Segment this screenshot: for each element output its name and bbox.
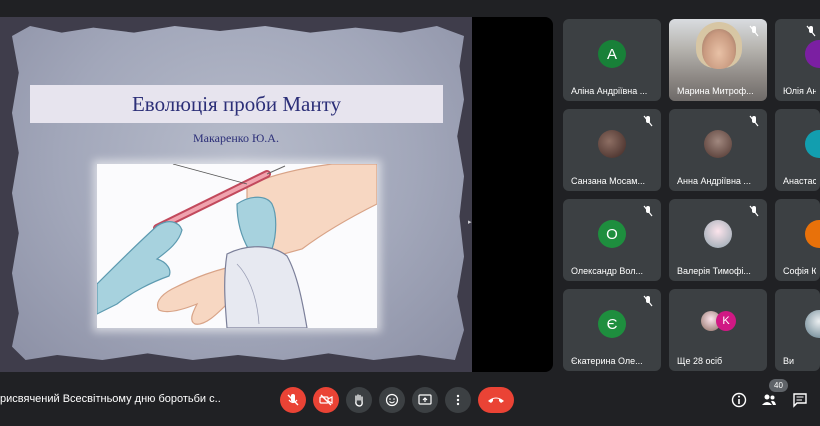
participant-name: Анна Андріївна ... [677,176,751,186]
participant-tile[interactable]: A Аліна Андріївна ... [563,19,661,101]
meeting-title: рисвячений Всесвітньому дню боротьби с..… [0,393,220,405]
participant-count-badge: 40 [769,379,788,392]
avatar: K [716,311,736,331]
mic-muted-icon [749,115,759,127]
avatar [704,220,732,248]
raise-hand-icon [355,394,363,407]
participant-tile-video[interactable]: Марина Митроф... [669,19,767,101]
participant-tile[interactable]: О Олександр Вол... [563,199,661,281]
participant-tile[interactable]: Є Єкатерина Оле... [563,289,661,371]
participant-name: Єкатерина Оле... [571,356,643,366]
emoji-icon [385,393,399,407]
participant-name: Олександр Вол... [571,266,643,276]
avatar [805,40,820,68]
reactions-button[interactable] [379,387,405,413]
avatar: О [598,220,626,248]
avatar: A [598,40,626,68]
participant-name: Анастас [783,176,816,186]
more-participants-tile[interactable]: K Ще 28 осіб [669,289,767,371]
people-icon[interactable] [761,392,777,408]
slide-author: Макаренко Ю.А. [193,131,279,145]
mic-muted-icon [749,25,759,37]
participant-tile[interactable]: Анна Андріївна ... [669,109,767,191]
camera-off-icon [319,394,333,406]
mic-muted-icon [643,115,653,127]
more-options-button[interactable] [445,387,471,413]
mic-off-icon [287,394,299,406]
participant-name: Ще 28 осіб [677,356,723,366]
slide-title: Еволюція проби Манту [30,85,443,123]
raise-hand-button[interactable] [346,387,372,413]
participant-name: Юлія Ан [783,86,816,96]
participant-name: Аліна Андріївна ... [571,86,648,96]
avatar [805,130,820,158]
avatar [805,220,820,248]
mic-muted-icon [749,205,759,217]
avatar [704,130,732,158]
present-screen-icon [418,394,432,405]
mic-muted-icon [806,25,816,37]
chat-icon[interactable] [792,392,808,408]
participant-name: Санзана Мосам... [571,176,645,186]
avatar [805,310,820,338]
more-participants-avatars: K [701,311,741,333]
participant-tile[interactable]: Юлія Ан [775,19,820,101]
mic-toggle-button[interactable] [280,387,306,413]
self-tile[interactable]: Ви [775,289,820,371]
injection-illustration [96,163,378,329]
mic-muted-icon [643,295,653,307]
presentation-area: Еволюція проби Манту Макаренко Ю.А. ▸ [0,17,553,372]
participant-name: Валерія Тимофі... [677,266,751,276]
camera-toggle-button[interactable] [313,387,339,413]
participant-tile[interactable]: Валерія Тимофі... [669,199,767,281]
slide: Еволюція проби Манту Макаренко Ю.А. [0,17,472,372]
more-options-icon [456,394,460,406]
participant-name: Ви [783,356,795,366]
participant-tile[interactable]: Анастас [775,109,820,191]
avatar [598,130,626,158]
participant-tile[interactable]: Санзана Мосам... [563,109,661,191]
info-icon[interactable] [731,392,747,408]
participant-tile[interactable]: Софія Ю [775,199,820,281]
cursor-icon: ▸ [468,219,472,226]
avatar: Є [598,310,626,338]
participant-name: Софія Ю [783,266,816,276]
participant-name: Марина Митроф... [677,86,754,96]
leave-call-icon [488,397,504,403]
leave-call-button[interactable] [478,387,514,413]
mic-muted-icon [643,205,653,217]
present-button[interactable] [412,387,438,413]
